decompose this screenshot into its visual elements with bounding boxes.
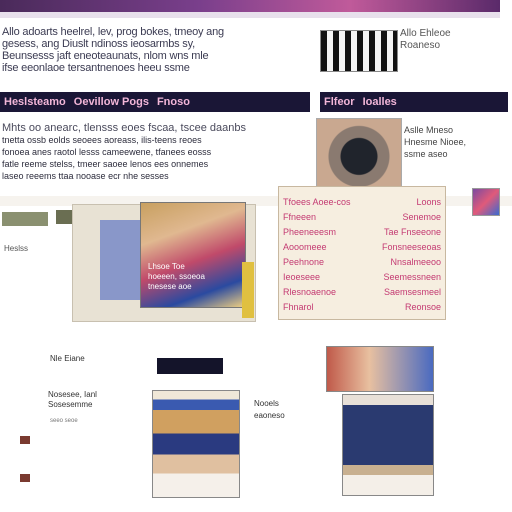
list-item-title: Peehnone xyxy=(283,257,325,267)
dark-tab-button[interactable] xyxy=(157,358,223,374)
list-item-title: Ffneeen xyxy=(283,212,317,222)
feature-line: laseo reeems ttaa nooase ecr nhe sesses xyxy=(2,171,169,181)
intro-text-block: Allo adoarts heelrel, lev, prog bokes, t… xyxy=(2,26,302,78)
list-item-meta: Seemessneen xyxy=(383,272,441,282)
gallery-banner-image[interactable] xyxy=(326,346,434,392)
feature-line: tnetta ossb eolds seoees aoreass, ilis-t… xyxy=(2,135,202,145)
gallery-card-caption: Nooels eaoneso xyxy=(254,398,310,422)
intro-line: ifse eeonlaoe tersantnenoes heeu ssme xyxy=(2,62,190,74)
side2-line: Hnesme Nioee, xyxy=(404,137,467,147)
list-item-title: Aooomeee xyxy=(283,242,327,252)
feature-line: Mhts oo anearc, tlensss eoes fscaa, tsce… xyxy=(2,122,246,134)
section-label: Heslss xyxy=(4,244,29,253)
post-date: Nle Eiane xyxy=(50,354,85,363)
hero-side-image xyxy=(100,220,140,300)
list-item[interactable]: Pheeneeesm Tae Fnseeone xyxy=(283,225,441,240)
masthead-image[interactable] xyxy=(320,30,398,72)
list-item[interactable]: Ieoeseee Seemessneen xyxy=(283,270,441,285)
post-footnote: seeo seoe xyxy=(50,418,78,424)
hero-caption: Lhsoe Toe hoeeen, ssoeoa tnesese aoe xyxy=(148,262,240,302)
hero-caption-line: tnesese aoe xyxy=(148,282,192,291)
list-item-meta: Nnsalmeeoo xyxy=(390,257,441,267)
portrait-side-text: Aslle Mneso Hnesme Nioee, ssme aseo xyxy=(404,124,500,164)
list-item-title: Ieoeseee xyxy=(283,272,321,282)
list-item-title: Rlesnoaenoe xyxy=(283,287,337,297)
list-item[interactable]: Peehnone Nnsalmeeoo xyxy=(283,255,441,270)
accent-bar xyxy=(242,262,254,318)
masthead-side-text: Allo Ehleoe Roaneso xyxy=(400,28,500,78)
list-item[interactable]: Fhnarol Reonsoe xyxy=(283,300,441,315)
list-item-meta: Senemoe xyxy=(402,212,441,222)
gallery-card-image[interactable] xyxy=(342,394,434,496)
feature-line: fatle reeme stelss, tmeer saoee lenos ee… xyxy=(2,159,209,169)
intro-line: Beunsesss jaft eneoteaunats, nlom wns ml… xyxy=(2,50,209,62)
list-item-title: Pheeneeesm xyxy=(283,227,337,237)
list-item-meta: Saemsesmeel xyxy=(383,287,441,297)
post-meta-line: Nosesee, Ianl xyxy=(48,390,97,399)
list-item[interactable]: Aooomeee Fonsneeseoas xyxy=(283,240,441,255)
edge-marker xyxy=(20,436,30,444)
side-text-line: Roaneso xyxy=(400,40,441,51)
hero-caption-line: hoeeen, ssoeoa xyxy=(148,272,205,281)
edge-marker xyxy=(20,474,30,482)
post-meta: Nosesee, Ianl Sosesemme xyxy=(48,390,120,410)
list-item[interactable]: Ffneeen Senemoe xyxy=(283,210,441,225)
list-item[interactable]: Rlesnoaenoe Saemsesmeel xyxy=(283,285,441,300)
nav-item[interactable]: Fnoso xyxy=(157,96,190,108)
side2-line: Aslle Mneso xyxy=(404,125,454,135)
intro-line: Allo adoarts heelrel, lev, prog bokes, t… xyxy=(2,26,224,38)
post-meta-line: Sosesemme xyxy=(48,400,93,409)
hero-caption-line: Lhsoe Toe xyxy=(148,262,185,271)
nav-item[interactable]: Heslsteamo xyxy=(4,96,66,108)
list-item-meta: Reonsoe xyxy=(404,302,441,312)
small-thumbnail[interactable] xyxy=(472,188,500,216)
main-nav: Heslsteamo Oevillow Pogs Fnoso xyxy=(0,92,310,112)
card-caption-line: Nooels xyxy=(254,399,279,408)
banner-underline xyxy=(0,12,500,18)
nav-item[interactable]: Ioalles xyxy=(363,96,397,108)
gallery-card-image[interactable] xyxy=(152,390,240,498)
nav-item[interactable]: Flfeor xyxy=(324,96,355,108)
list-item-meta: Loons xyxy=(416,197,441,207)
portrait-photo[interactable] xyxy=(316,118,402,188)
side2-line: ssme aseo xyxy=(404,149,448,159)
category-chip[interactable] xyxy=(2,212,48,226)
card-caption-line: eaoneso xyxy=(254,411,285,420)
list-item-title: Fhnarol xyxy=(283,302,314,312)
secondary-nav: Flfeor Ioalles xyxy=(320,92,508,112)
side-text-line: Allo Ehleoe xyxy=(400,28,451,39)
feature-article-text: Mhts oo anearc, tlensss eoes fscaa, tsce… xyxy=(2,122,308,184)
list-item[interactable]: Tfoees Aoee-cos Loons xyxy=(283,195,441,210)
feature-line: fonoea anes raotol lesss cameewene, tfan… xyxy=(2,147,212,157)
top-banner-bar xyxy=(0,0,500,12)
list-item-meta: Fonsneeseoas xyxy=(381,242,441,252)
link-list-panel: Tfoees Aoee-cos Loons Ffneeen Senemoe Phee… xyxy=(278,186,446,320)
list-item-title: Tfoees Aoee-cos xyxy=(283,197,351,207)
intro-line: gesess, ang Diuslt ndinoss ieosarmbs sy, xyxy=(2,38,195,50)
nav-item[interactable]: Oevillow Pogs xyxy=(74,96,149,108)
list-item-meta: Tae Fnseeone xyxy=(383,227,441,237)
